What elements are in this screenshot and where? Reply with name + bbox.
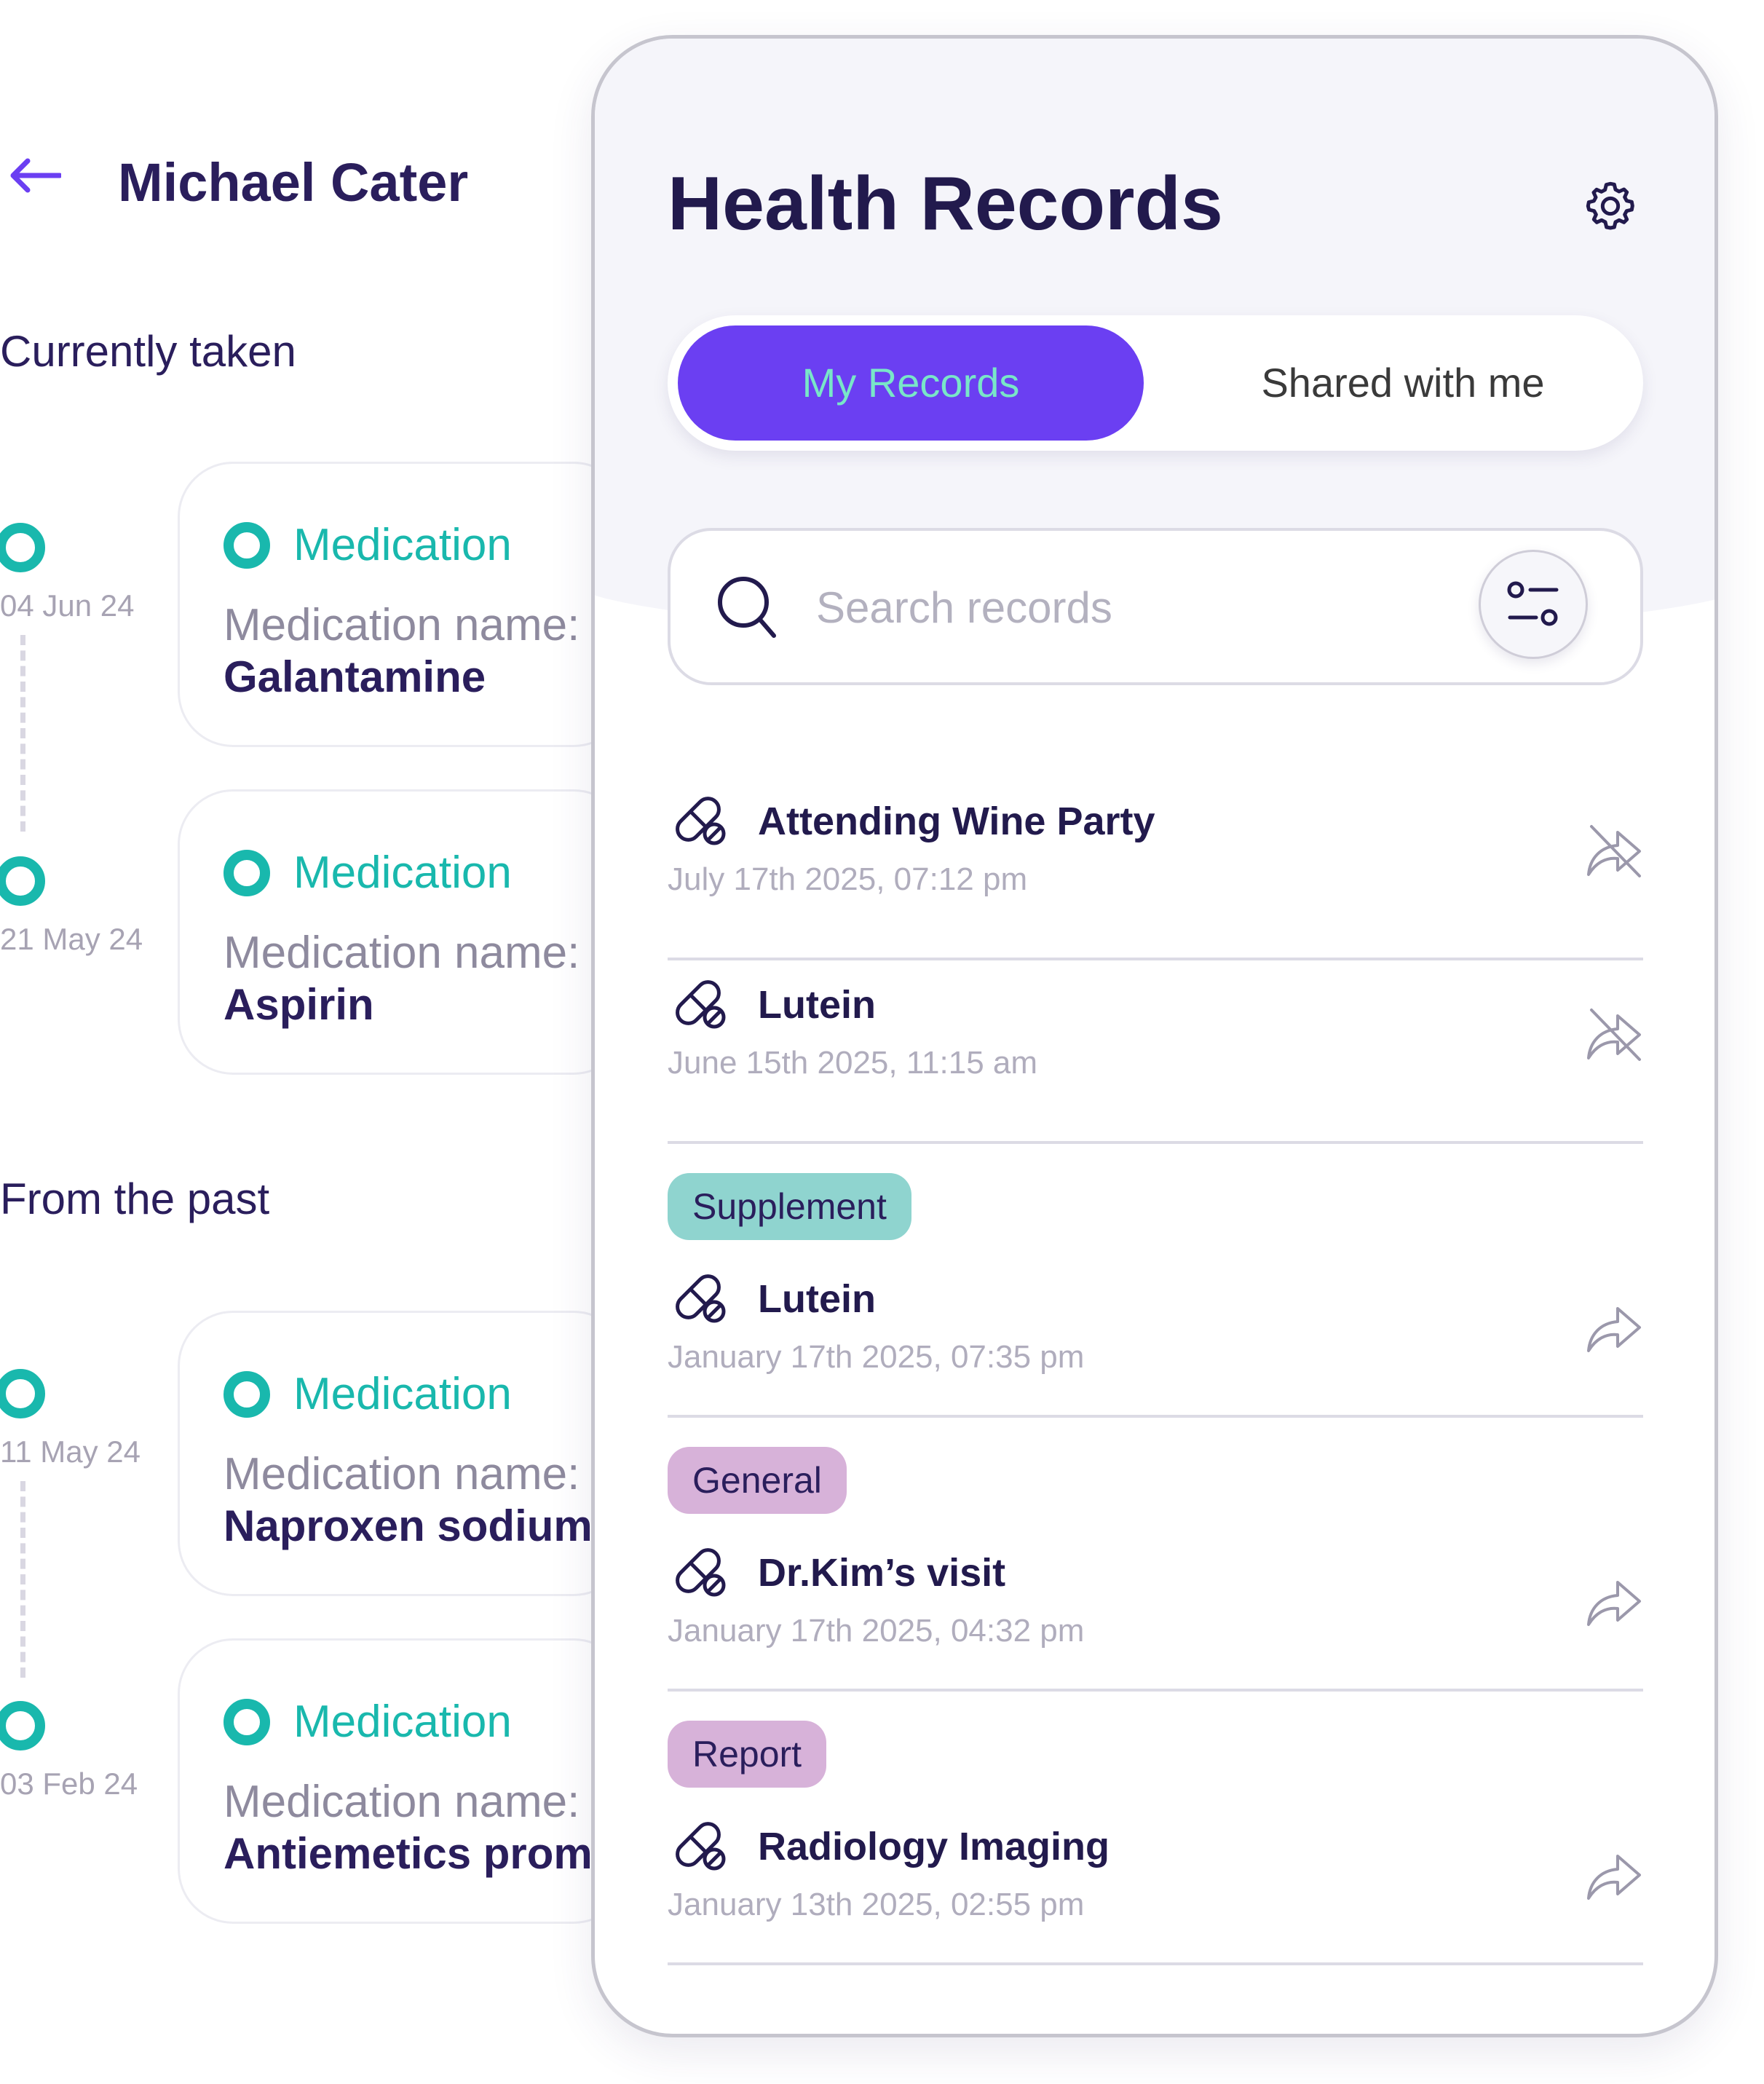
timeline-date: 11 May 24 xyxy=(0,1434,141,1469)
search-bar xyxy=(668,528,1643,685)
medication-ring-icon xyxy=(224,1699,270,1745)
pill-icon xyxy=(676,1822,726,1871)
section-title-current: Currently taken xyxy=(0,327,296,376)
record-date: January 17th 2025, 07:35 pm xyxy=(668,1339,1085,1375)
page-title: Health Records xyxy=(668,162,1223,246)
medication-name-label: Medication name: xyxy=(224,1777,580,1827)
record-title: Lutein xyxy=(758,983,876,1027)
timeline-dot xyxy=(0,1701,45,1751)
tab-label: Shared with me xyxy=(1261,360,1545,406)
medication-name-value: Naproxen sodium xyxy=(224,1501,593,1550)
record-title: Lutein xyxy=(758,1277,876,1321)
share-icon[interactable] xyxy=(1581,1294,1647,1359)
timeline-date: 21 May 24 xyxy=(0,922,143,956)
timeline-dot xyxy=(0,1369,45,1418)
medication-name-value: Galantamine xyxy=(224,652,486,701)
health-records-screen: Health Records My Records Shared with me xyxy=(591,35,1718,2037)
pill-icon xyxy=(676,1548,726,1597)
medication-name-value: Antiemetics prome xyxy=(224,1829,617,1878)
medication-name-value: Aspirin xyxy=(224,980,374,1029)
pill-icon xyxy=(676,797,726,845)
medication-ring-icon xyxy=(224,850,270,896)
records-tab-switcher: My Records Shared with me xyxy=(668,315,1643,451)
medication-name-label: Medication name: xyxy=(224,1449,580,1499)
record-title: Dr.Kim’s visit xyxy=(758,1551,1006,1595)
divider xyxy=(668,1141,1643,1144)
tab-shared-with-me[interactable]: Shared with me xyxy=(1177,325,1629,441)
pill-icon xyxy=(676,1274,726,1323)
medication-card[interactable]: Medication Medication name: Naproxen sod… xyxy=(178,1311,629,1596)
record-title: Attending Wine Party xyxy=(758,800,1155,843)
record-date: June 15th 2025, 11:15 am xyxy=(668,1045,1038,1081)
medication-card[interactable]: Medication Medication name: Galantamine xyxy=(178,462,629,747)
share-icon[interactable] xyxy=(1581,1568,1647,1633)
share-off-icon[interactable] xyxy=(1581,818,1647,883)
back-arrow-icon[interactable] xyxy=(9,157,61,194)
medication-type: Medication xyxy=(293,848,512,898)
filter-sliders-icon xyxy=(1507,581,1559,626)
timeline-date: 03 Feb 24 xyxy=(0,1767,138,1801)
record-date: January 17th 2025, 04:32 pm xyxy=(668,1613,1085,1649)
divider xyxy=(668,958,1643,960)
medication-name-label: Medication name: xyxy=(224,928,580,978)
medication-ring-icon xyxy=(224,522,270,569)
filter-button[interactable] xyxy=(1479,550,1588,659)
tab-my-records[interactable]: My Records xyxy=(678,325,1144,441)
gear-icon[interactable] xyxy=(1581,177,1640,235)
record-title: Radiology Imaging xyxy=(758,1825,1110,1868)
section-title-past: From the past xyxy=(0,1175,270,1223)
medication-type: Medication xyxy=(293,1697,512,1747)
share-icon[interactable] xyxy=(1581,1842,1647,1907)
record-tag-report: Report xyxy=(668,1721,827,1788)
timeline-connector xyxy=(20,1481,25,1678)
medication-card[interactable]: Medication Medication name: Aspirin xyxy=(178,789,629,1075)
medication-card[interactable]: Medication Medication name: Antiemetics … xyxy=(178,1638,629,1924)
divider xyxy=(668,1962,1643,1965)
divider xyxy=(668,1689,1643,1692)
medication-type: Medication xyxy=(293,1369,512,1419)
tab-label: My Records xyxy=(802,360,1020,406)
search-icon xyxy=(718,577,776,638)
medication-name-label: Medication name: xyxy=(224,600,580,650)
record-tag-supplement: Supplement xyxy=(668,1173,911,1240)
timeline-connector xyxy=(20,635,25,832)
medication-type: Medication xyxy=(293,520,512,570)
timeline-dot xyxy=(0,523,45,572)
share-off-icon[interactable] xyxy=(1581,1001,1647,1067)
timeline-dot xyxy=(0,856,45,906)
record-tag-general: General xyxy=(668,1447,847,1514)
divider xyxy=(668,1415,1643,1418)
timeline-date: 04 Jun 24 xyxy=(0,588,135,623)
search-input[interactable] xyxy=(816,575,1457,640)
record-date: January 13th 2025, 02:55 pm xyxy=(668,1887,1085,1922)
patient-name: Michael Cater xyxy=(118,152,469,213)
pill-icon xyxy=(676,980,726,1029)
medication-ring-icon xyxy=(224,1371,270,1418)
record-date: July 17th 2025, 07:12 pm xyxy=(668,861,1028,897)
